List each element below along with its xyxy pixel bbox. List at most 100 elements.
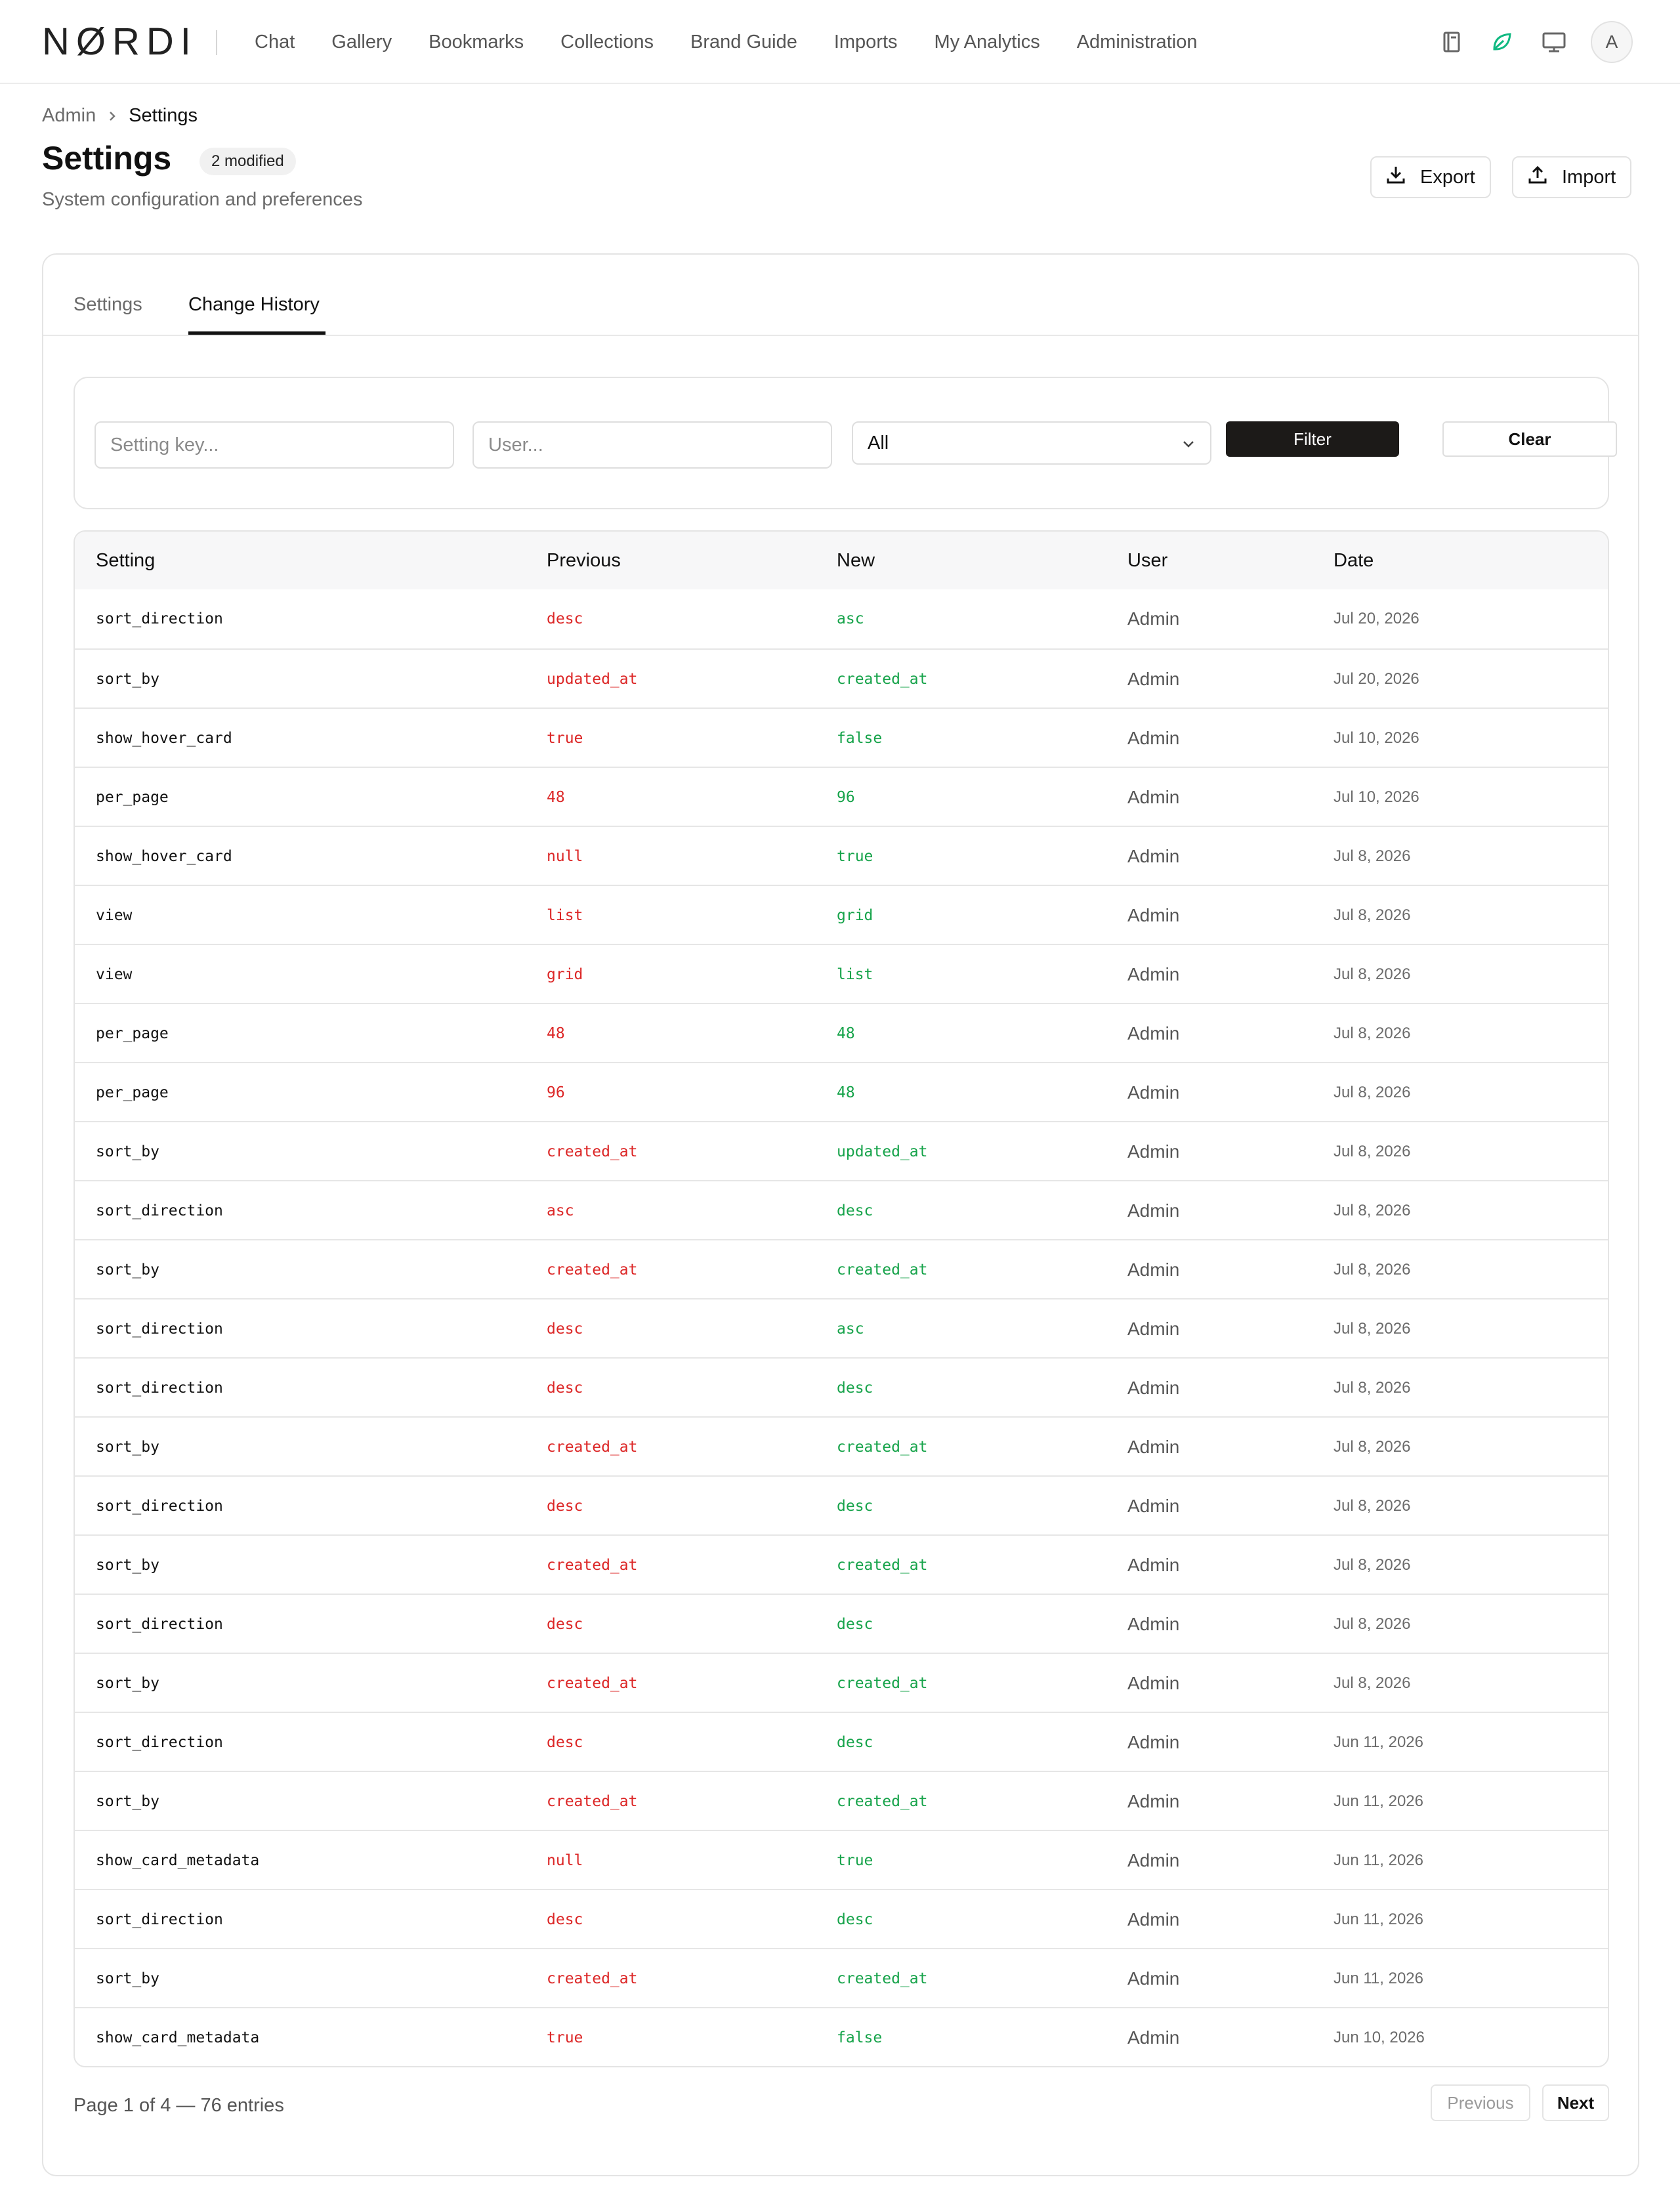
setting-key: sort_direction <box>96 1616 223 1633</box>
previous-value: true <box>547 2029 583 2046</box>
setting-key: per_page <box>96 1025 169 1042</box>
previous-value: created_at <box>547 1970 638 1987</box>
new-value: updated_at <box>837 1143 928 1160</box>
tab-bar: Settings Change History <box>43 255 1638 336</box>
previous-value: 48 <box>547 789 565 806</box>
change-date: Jun 10, 2026 <box>1334 2029 1425 2046</box>
change-date: Jul 8, 2026 <box>1334 1556 1411 1574</box>
setting-key: sort_direction <box>96 1911 223 1928</box>
export-button[interactable]: Export <box>1370 156 1491 198</box>
previous-value: 96 <box>547 1084 565 1101</box>
user-name: Admin <box>1127 1555 1180 1575</box>
header-user: User <box>1127 550 1168 571</box>
book-icon[interactable] <box>1438 29 1465 55</box>
monitor-icon[interactable] <box>1541 29 1567 55</box>
new-value: true <box>837 848 873 865</box>
import-label: Import <box>1562 166 1616 188</box>
header-new: New <box>837 550 875 571</box>
user-name: Admin <box>1127 1732 1180 1752</box>
filter-button[interactable]: Filter <box>1226 421 1399 457</box>
export-label: Export <box>1420 166 1475 188</box>
previous-value: created_at <box>547 1261 638 1278</box>
user-name: Admin <box>1127 1968 1180 1989</box>
logo-divider <box>216 30 217 55</box>
nav-bookmarks[interactable]: Bookmarks <box>429 32 524 53</box>
user-avatar[interactable]: A <box>1591 21 1633 63</box>
breadcrumb-admin[interactable]: Admin <box>42 105 96 127</box>
page-subtitle: System configuration and preferences <box>42 189 363 210</box>
setting-key: sort_direction <box>96 1498 223 1515</box>
import-button[interactable]: Import <box>1512 156 1632 198</box>
tab-change-history[interactable]: Change History <box>188 294 320 316</box>
nav-my-analytics[interactable]: My Analytics <box>934 32 1040 53</box>
table-row: sort_direction desc desc Admin Jun 11, 2026 <box>75 1712 1608 1771</box>
setting-key: show_card_metadata <box>96 1852 260 1869</box>
change-date: Jul 8, 2026 <box>1334 1497 1411 1515</box>
next-page-button[interactable]: Next <box>1542 2084 1609 2121</box>
table-row: sort_by created_at created_at Admin Jul 8, 2… <box>75 1534 1608 1594</box>
setting-key: sort_direction <box>96 610 223 627</box>
user-name: Admin <box>1127 2027 1180 2048</box>
brand-logo[interactable]: NØRDI <box>42 23 198 61</box>
previous-value: created_at <box>547 1143 638 1160</box>
new-value: created_at <box>837 1675 928 1692</box>
setting-key: view <box>96 907 133 924</box>
user-name: Admin <box>1127 1791 1180 1811</box>
user-name: Admin <box>1127 1023 1180 1044</box>
setting-key-input[interactable] <box>94 421 454 469</box>
change-date: Jul 8, 2026 <box>1334 1615 1411 1633</box>
table-row: sort_direction desc desc Admin Jul 8, 2026 <box>75 1475 1608 1534</box>
setting-key: sort_by <box>96 1557 159 1574</box>
table-row: show_hover_card true false Admin Jul 10, 202… <box>75 707 1608 767</box>
tab-settings[interactable]: Settings <box>74 294 142 316</box>
new-value: created_at <box>837 1793 928 1810</box>
setting-key: sort_by <box>96 1970 159 1987</box>
nav-chat[interactable]: Chat <box>255 32 295 53</box>
header-date: Date <box>1334 550 1374 571</box>
nav-collections[interactable]: Collections <box>560 32 654 53</box>
previous-page-button[interactable]: Previous <box>1431 2084 1530 2121</box>
filter-panel: All Filter Clear <box>74 377 1617 509</box>
header-setting: Setting <box>96 550 156 571</box>
change-type-select[interactable]: All <box>852 421 1211 465</box>
setting-key: show_hover_card <box>96 730 232 747</box>
change-date: Jul 8, 2026 <box>1334 1320 1411 1338</box>
table-row: sort_direction desc asc Admin Jul 20, 2026 <box>75 589 1608 648</box>
change-date: Jul 8, 2026 <box>1334 1024 1411 1042</box>
settings-card: Settings Change History All Filter Clear… <box>42 253 1639 2176</box>
clear-button[interactable]: Clear <box>1442 421 1617 457</box>
table-header: Setting Previous New User Date <box>75 532 1608 589</box>
change-date: Jul 8, 2026 <box>1334 906 1411 924</box>
chevron-down-icon <box>1181 433 1196 454</box>
main-nav: Chat Gallery Bookmarks Collections Brand… <box>255 0 1234 84</box>
top-navigation-bar: NØRDI Chat Gallery Bookmarks Collections… <box>0 0 1680 84</box>
table-row: sort_direction desc desc Admin Jul 8, 2026 <box>75 1594 1608 1653</box>
new-value: false <box>837 2029 883 2046</box>
download-icon <box>1386 165 1406 190</box>
change-date: Jun 11, 2026 <box>1334 1792 1424 1810</box>
setting-key: sort_by <box>96 1261 159 1278</box>
user-filter-input[interactable] <box>472 421 832 469</box>
user-name: Admin <box>1127 1496 1180 1516</box>
change-history-table: Setting Previous New User Date sort_dire… <box>74 530 1609 2067</box>
setting-key: sort_by <box>96 1793 159 1810</box>
setting-key: sort_by <box>96 1439 159 1456</box>
new-value: grid <box>837 907 873 924</box>
nav-gallery[interactable]: Gallery <box>331 32 392 53</box>
new-value: created_at <box>837 1439 928 1456</box>
nav-brand-guide[interactable]: Brand Guide <box>690 32 797 53</box>
user-name: Admin <box>1127 1909 1180 1930</box>
user-name: Admin <box>1127 1200 1180 1221</box>
leaf-icon[interactable] <box>1488 29 1515 55</box>
nav-administration[interactable]: Administration <box>1077 32 1198 53</box>
table-row: per_page 48 48 Admin Jul 8, 2026 <box>75 1003 1608 1062</box>
table-body: sort_direction desc asc Admin Jul 20, 2026 so… <box>75 589 1608 2066</box>
previous-value: desc <box>547 1616 583 1633</box>
change-date: Jul 8, 2026 <box>1334 1143 1411 1160</box>
nav-imports[interactable]: Imports <box>834 32 898 53</box>
previous-value: grid <box>547 966 583 983</box>
table-row: show_card_metadata null true Admin Jun 11, 2… <box>75 1830 1608 1889</box>
new-value: desc <box>837 1616 873 1633</box>
change-date: Jul 20, 2026 <box>1334 670 1419 688</box>
select-value: All <box>868 432 889 454</box>
